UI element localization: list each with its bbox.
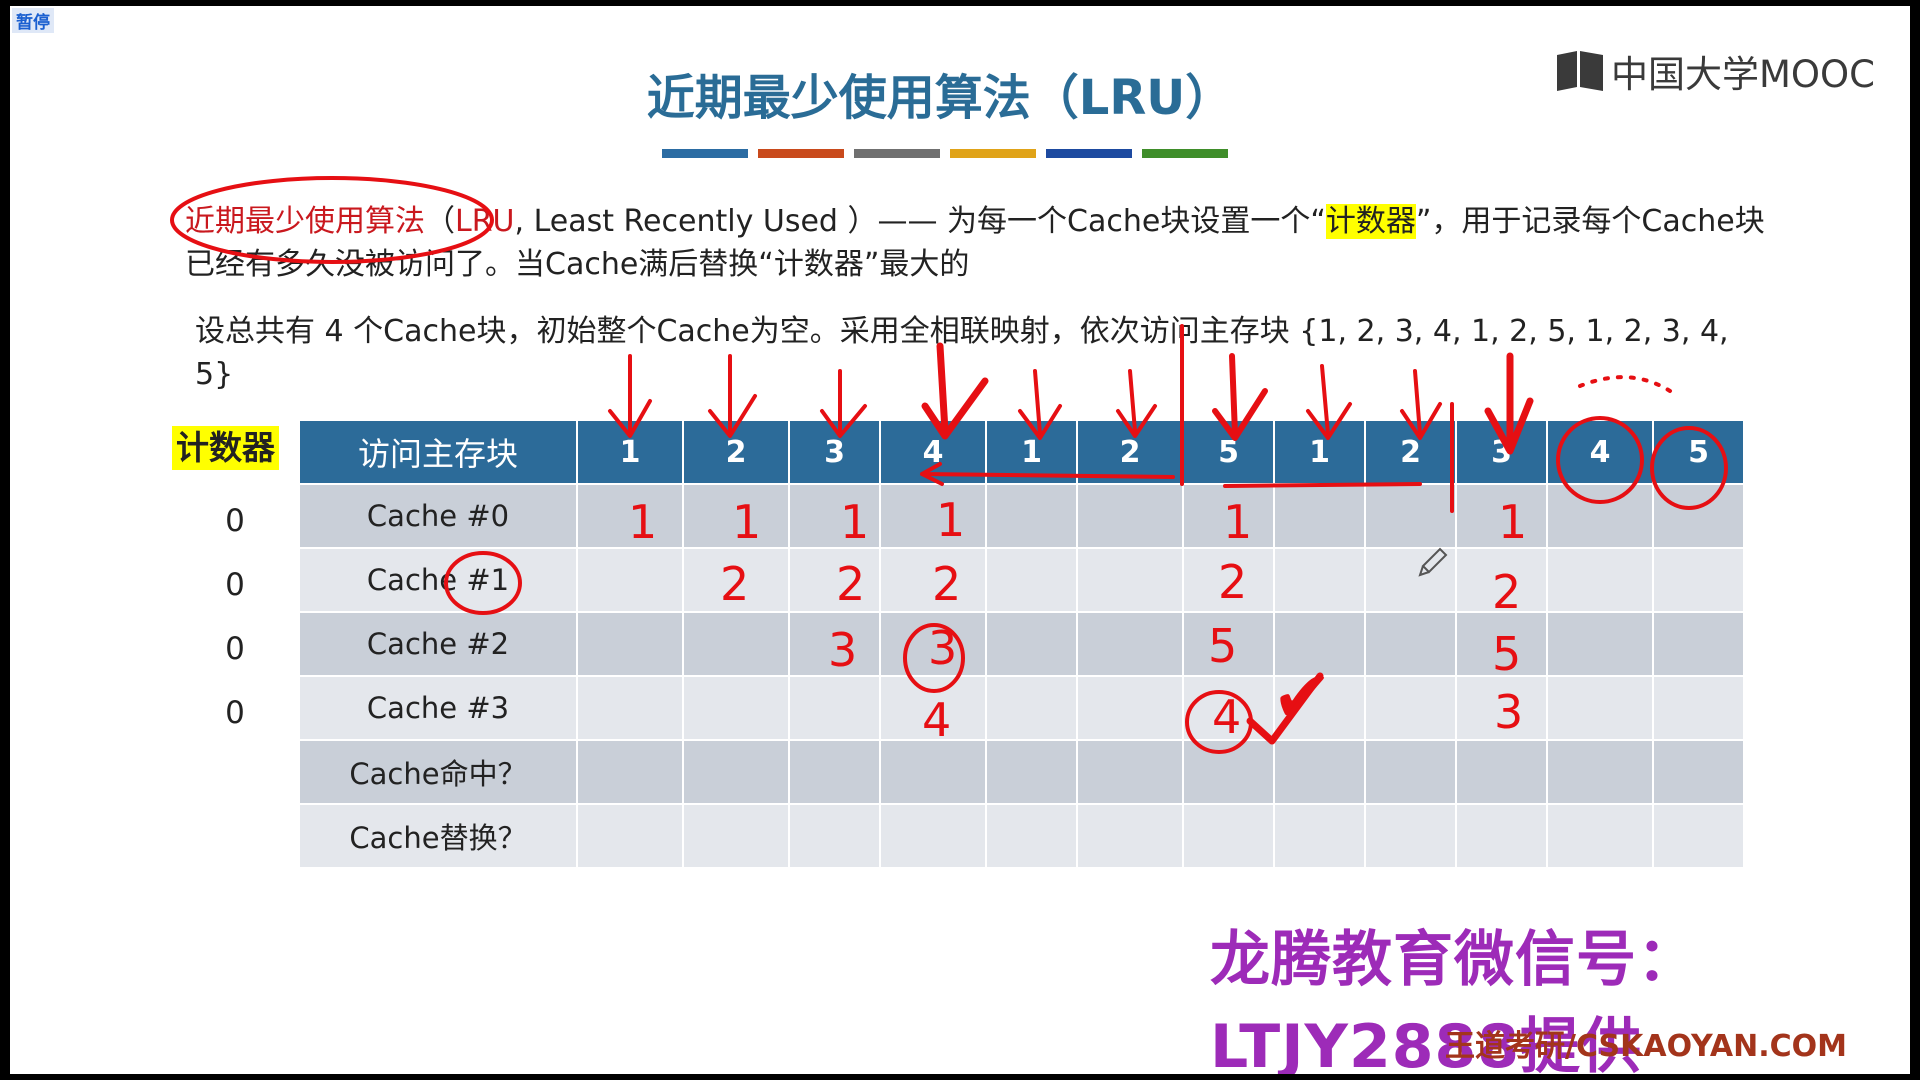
access-arrow <box>1400 369 1442 440</box>
back-arrow <box>920 462 1175 486</box>
seq-4-circle <box>1556 416 1644 504</box>
access-arrow <box>608 354 652 438</box>
term-circle <box>170 176 494 264</box>
access-arrow <box>820 369 867 438</box>
check-stroke <box>1246 672 1324 745</box>
dotted-marks <box>1578 375 1672 393</box>
access-arrow <box>1018 369 1062 440</box>
access-arrow <box>921 342 989 440</box>
cache3-circle <box>1185 690 1253 754</box>
slide: 暂停 近期最少使用算法（LRU） 中国大学MOOC 近期最少使用算法（LRU, … <box>10 6 1910 1074</box>
seq-5-circle <box>1650 426 1728 510</box>
pen-cursor-icon <box>1418 547 1448 577</box>
cache1-circle <box>444 551 522 615</box>
access-arrow <box>1116 369 1157 438</box>
access-arrow <box>708 354 757 438</box>
access-arrow <box>1306 364 1352 440</box>
back-arrow-2 <box>1223 482 1422 488</box>
site-watermark: 王道考研/CSKAOYAN.COM <box>1445 1029 1847 1064</box>
access-arrow <box>1212 353 1268 441</box>
access-arrow <box>1484 352 1534 455</box>
cache2-circle <box>903 623 965 693</box>
